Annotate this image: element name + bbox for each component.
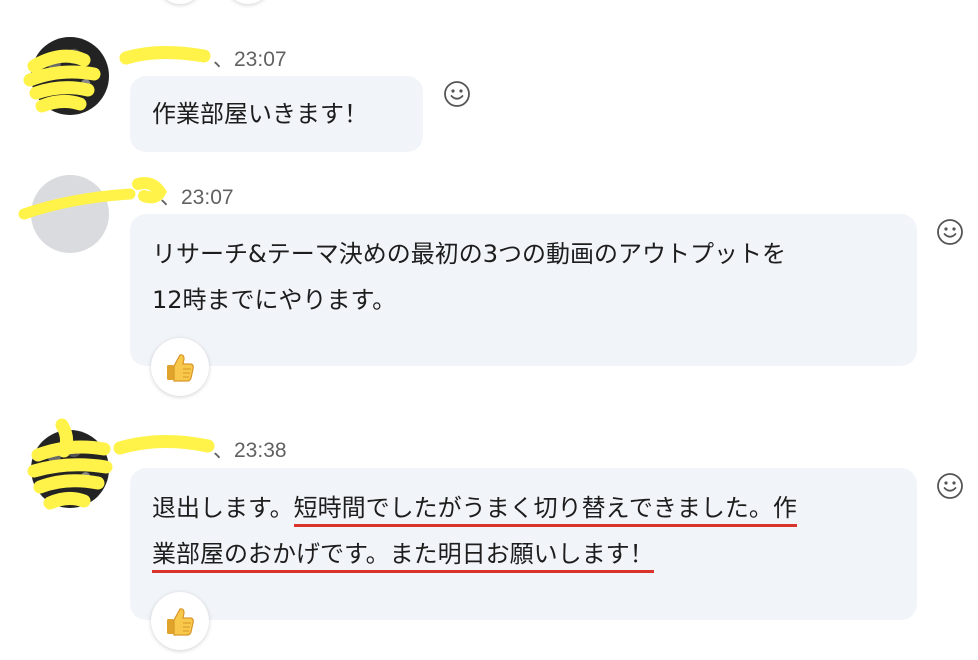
redaction-scribble <box>113 435 215 455</box>
message-text: リサーチ&テーマ決めの最初の3つの動画のアウトプットを <box>152 240 786 268</box>
thumbs-up-icon <box>167 354 194 382</box>
message-bubble: 作業部屋いきます！ <box>130 76 423 152</box>
message-text: 退出します。短時間でしたがうまく切り替えできました。作 <box>152 484 797 532</box>
thumbs-up-icon <box>167 608 194 636</box>
underlined-text: 業部屋のおかげです。また明日お願いします！ <box>152 540 654 573</box>
reaction-bubble[interactable] <box>151 592 209 650</box>
message-text: 業部屋のおかげです。また明日お願いします！ <box>152 530 654 578</box>
message-text: 12時までにやります。 <box>152 286 397 314</box>
message-bubble: リサーチ&テーマ決めの最初の3つの動画のアウトプットを 12時までにやります。 <box>130 214 917 366</box>
partial-reaction-bubble[interactable] <box>160 0 200 4</box>
smiley-face-icon[interactable] <box>936 472 964 500</box>
redaction-scribble <box>23 49 101 113</box>
smiley-face-icon[interactable] <box>936 218 964 246</box>
message-timestamp: 、23:38 <box>213 439 287 462</box>
message-timestamp: 、23:07 <box>160 186 234 209</box>
reaction-bubble[interactable] <box>151 338 209 396</box>
redaction-scribble <box>119 45 211 65</box>
message-timestamp: 、23:07 <box>213 48 287 71</box>
underlined-text: 短時間でしたがうまく切り替えできました。作 <box>293 494 797 527</box>
message-bubble: 退出します。短時間でしたがうまく切り替えできました。作 業部屋のおかげです。また… <box>130 468 917 620</box>
message-text: 作業部屋いきます！ <box>152 100 368 128</box>
smiley-face-icon[interactable] <box>443 80 471 108</box>
partial-reaction-bubble[interactable] <box>228 0 268 4</box>
message-text-plain: 退出します。 <box>152 494 294 522</box>
